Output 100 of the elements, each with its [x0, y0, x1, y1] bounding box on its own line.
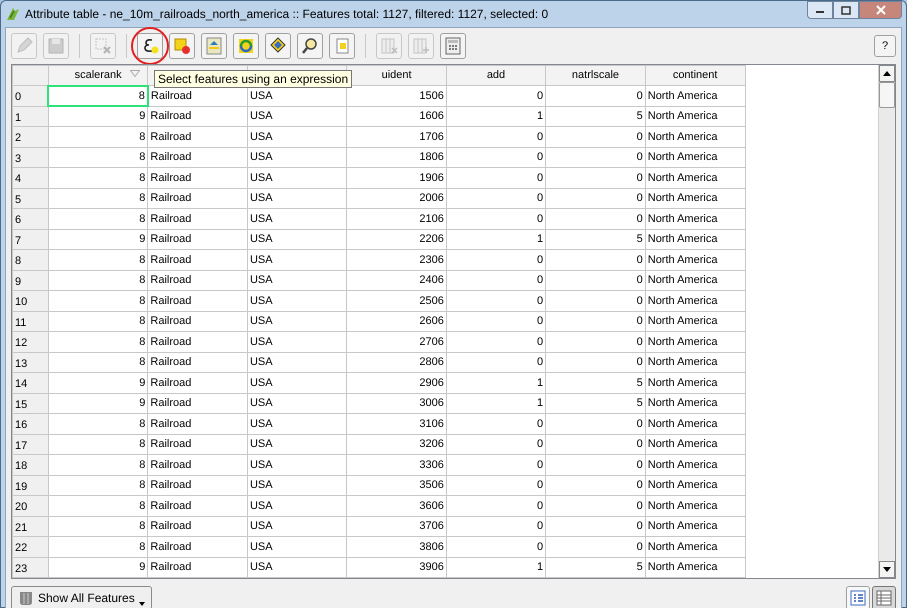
table-cell: 8 [48, 168, 148, 188]
scroll-down-button[interactable] [879, 561, 895, 578]
row-header[interactable]: 18 [12, 454, 48, 475]
row-header[interactable]: 1 [12, 106, 48, 126]
table-cell: 0 [446, 147, 546, 168]
row-header[interactable]: 2 [12, 126, 48, 147]
table-icon [875, 589, 893, 607]
row-header[interactable]: 9 [12, 270, 48, 290]
table-cell: North America [645, 352, 746, 372]
window-title: Attribute table - ne_10m_railroads_north_america :: Features total: 1127, filtered: 1127, selected: 0 [25, 6, 548, 23]
form-view-button[interactable] [846, 586, 870, 608]
table-cell: 0 [546, 270, 646, 290]
table-cell: Railroad [148, 414, 248, 434]
column-header[interactable]: natrlscale [546, 66, 646, 86]
row-header[interactable]: 15 [12, 393, 48, 414]
table-cell: 8 [48, 311, 148, 332]
table-cell: North America [645, 290, 746, 311]
table-cell: Railroad [148, 290, 248, 311]
table-cell: 8 [48, 516, 148, 536]
row-header[interactable]: 11 [12, 311, 48, 332]
table-cell: Railroad [148, 372, 248, 393]
column-header[interactable]: add [446, 66, 546, 86]
table-cell: USA [247, 188, 347, 208]
row-header[interactable]: 19 [12, 475, 48, 496]
table-cell: 1606 [346, 106, 446, 126]
table-cell: Railroad [148, 250, 248, 270]
row-header[interactable]: 6 [12, 208, 48, 229]
table-cell: North America [645, 86, 746, 106]
table-cell: 9 [48, 106, 148, 126]
table-cell: 8 [48, 126, 148, 147]
table-cell: USA [247, 270, 347, 290]
table-cell: North America [645, 496, 746, 516]
toolbar-button[interactable] [265, 33, 291, 59]
close-button[interactable] [859, 1, 902, 19]
table-cell: 5 [546, 393, 646, 414]
row-header[interactable]: 8 [12, 250, 48, 270]
toolbar-button[interactable] [297, 33, 323, 59]
row-header[interactable]: 12 [12, 332, 48, 352]
table-cell: 0 [446, 496, 546, 516]
row-header[interactable]: 4 [12, 168, 48, 188]
table-cell: 8 [48, 270, 148, 290]
row-header[interactable]: 22 [12, 536, 48, 557]
row-header[interactable]: 0 [12, 86, 48, 106]
table-cell: USA [247, 372, 347, 393]
column-header[interactable]: scalerank [48, 66, 148, 86]
column-header[interactable]: continent [645, 66, 746, 86]
table-cell: 0 [546, 475, 646, 496]
table-cell: 0 [546, 208, 646, 229]
table-cell: 0 [446, 536, 546, 557]
table-cell: 0 [446, 454, 546, 475]
table-cell: North America [645, 454, 746, 475]
help-button[interactable]: ? [874, 35, 896, 57]
table-cell: Railroad [148, 126, 248, 147]
maximize-button[interactable] [833, 1, 859, 19]
table-view-button[interactable] [872, 586, 896, 608]
table-cell: 2006 [346, 188, 446, 208]
column-header[interactable]: uident [346, 66, 446, 86]
table-cell: 0 [546, 168, 646, 188]
table-cell: Railroad [148, 516, 248, 536]
row-header[interactable]: 13 [12, 352, 48, 372]
table-cell: 0 [546, 414, 646, 434]
table-cell: North America [645, 106, 746, 126]
table-cell: Railroad [148, 147, 248, 168]
table-cell: 0 [546, 126, 646, 147]
table-cell: 0 [446, 86, 546, 106]
tooltip: Select features using an expression [154, 70, 352, 88]
table-cell: North America [645, 434, 746, 454]
row-header[interactable]: 7 [12, 229, 48, 250]
table-cell: USA [247, 434, 347, 454]
table-cell: USA [247, 557, 347, 578]
row-header[interactable]: 23 [12, 557, 48, 578]
minimize-button[interactable] [807, 1, 833, 19]
row-header[interactable]: 16 [12, 414, 48, 434]
row-header[interactable]: 20 [12, 496, 48, 516]
row-header[interactable]: 21 [12, 516, 48, 536]
scrollbar[interactable] [878, 65, 895, 578]
table-cell: 0 [546, 516, 646, 536]
close-icon [876, 5, 886, 15]
show-all-features-button[interactable]: Show All Features [11, 586, 152, 608]
table-cell: 8 [48, 536, 148, 557]
table-cell: USA [247, 475, 347, 496]
row-header[interactable]: 10 [12, 290, 48, 311]
row-header[interactable]: 5 [12, 188, 48, 208]
deselect-icon [172, 36, 192, 56]
table-cell: 2806 [346, 352, 446, 372]
scroll-thumb[interactable] [879, 82, 895, 108]
table-cell: 0 [446, 270, 546, 290]
table-cell: 5 [546, 372, 646, 393]
row-header[interactable]: 14 [12, 372, 48, 393]
table-cell: North America [645, 168, 746, 188]
scroll-up-button[interactable] [879, 65, 895, 82]
table-cell: 2606 [346, 311, 446, 332]
table-cell: North America [645, 372, 746, 393]
delete-icon [93, 36, 113, 56]
toolbar-button[interactable] [137, 33, 163, 59]
table-cell: USA [247, 250, 347, 270]
table-cell: 0 [446, 475, 546, 496]
table-cell: 0 [546, 454, 646, 475]
row-header[interactable]: 3 [12, 147, 48, 168]
row-header[interactable]: 17 [12, 434, 48, 454]
